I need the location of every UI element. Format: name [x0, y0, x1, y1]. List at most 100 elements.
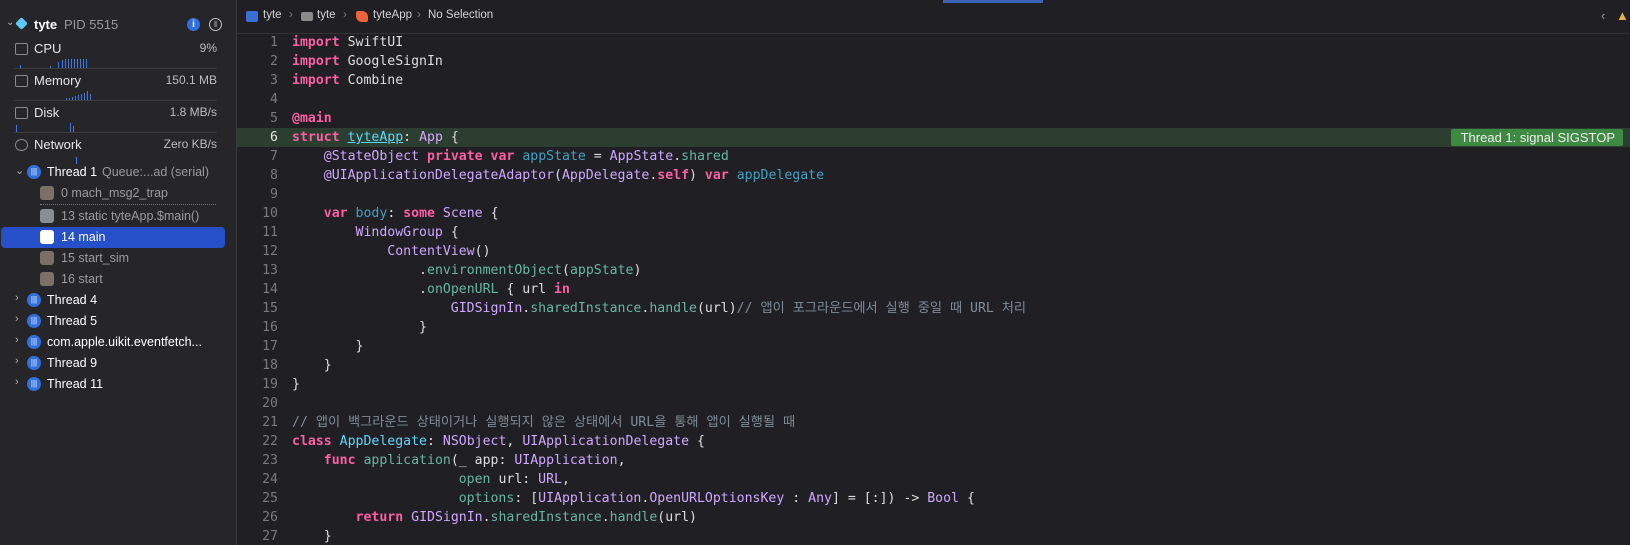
code-token: import — [292, 73, 340, 88]
code-token: ContentView — [387, 244, 475, 259]
code-line: 19} — [237, 375, 1630, 394]
code-token: Combine — [339, 73, 404, 88]
breadcrumb-file[interactable]: tyteApp — [373, 9, 412, 21]
code-token: { — [442, 130, 459, 145]
chevron-left-icon[interactable]: ‹ — [1601, 8, 1605, 23]
code-line: 4 — [237, 90, 1630, 109]
chevron-right-icon[interactable]: › — [15, 313, 19, 325]
info-icon[interactable]: i — [187, 18, 200, 31]
code-token: @UIApplicationDelegateAdaptor — [323, 168, 555, 183]
code-token: Any — [808, 491, 832, 506]
code-line: 16 } — [237, 318, 1630, 337]
source-editor[interactable]: tyte › tyte › tyteApp › No Selection ‹ ▲… — [237, 0, 1630, 545]
code-token: AppState — [609, 149, 674, 164]
code-token: ( — [554, 168, 562, 183]
chevron-right-icon[interactable]: › — [15, 334, 19, 346]
code-line: 20 — [237, 394, 1630, 413]
chevron-down-icon[interactable]: ⌄ — [6, 17, 14, 28]
gauge-value: Zero KB/s — [163, 137, 217, 151]
thread-name: Thread 5 — [47, 314, 98, 328]
thread-row[interactable]: › ||| Thread 9 — [0, 353, 236, 374]
breadcrumb-project[interactable]: tyte — [263, 9, 282, 21]
thread-icon: ||| — [27, 293, 41, 307]
thread-name: Thread 11 — [47, 377, 104, 391]
thread-row[interactable]: ⌄ ||| Thread 1 Queue:...ad (serial) — [0, 162, 236, 183]
code-token: @StateObject — [323, 149, 420, 164]
memory-icon — [15, 75, 28, 87]
code-token: : — [427, 434, 443, 449]
thread-icon: ||| — [27, 356, 41, 370]
chevron-right-icon: › — [417, 9, 421, 21]
gauge-disk[interactable]: Disk 1.8 MB/s — [0, 102, 236, 134]
thread-row[interactable]: › ||| com.apple.uikit.eventfetch... — [0, 332, 236, 353]
stack-frame-row[interactable]: 0 mach_msg2_trap — [0, 183, 236, 204]
code-token: url: — [490, 472, 539, 487]
code-line: 14 .onOpenURL { url in — [237, 280, 1630, 299]
code-token: struct — [292, 130, 340, 145]
line-number: 13 — [262, 263, 278, 278]
chevron-right-icon[interactable]: › — [15, 355, 19, 367]
code-token: } — [323, 358, 332, 373]
swift-file-icon — [356, 11, 368, 22]
thread-name: com.apple.uikit.eventfetch... — [47, 335, 202, 349]
process-pid: PID 5515 — [64, 17, 119, 32]
pause-icon[interactable]: ǁ — [209, 18, 222, 31]
system-frame-icon — [40, 251, 54, 265]
code-line: 25 options: [UIApplication.OpenURLOption… — [237, 489, 1630, 508]
stack-frame-row[interactable]: 13 static tyteApp.$main() — [0, 206, 236, 227]
code-line: 15 GIDSignIn.sharedInstance.handle(url)/… — [237, 299, 1630, 318]
code-token: . — [419, 282, 427, 297]
thread-row[interactable]: › ||| Thread 5 — [0, 311, 236, 332]
code-token: UIApplication — [514, 453, 618, 468]
code-token: } — [292, 377, 300, 392]
code-token: = — [585, 149, 610, 164]
gauge-memory[interactable]: Memory 150.1 MB — [0, 70, 236, 102]
line-number: 7 — [270, 149, 278, 164]
code-token: ( — [561, 263, 570, 278]
divider — [14, 100, 217, 101]
chevron-right-icon[interactable]: › — [15, 376, 19, 388]
code-token: . — [482, 510, 491, 525]
code-token: sharedInstance — [530, 301, 642, 316]
code-token: some — [403, 206, 435, 221]
gauge-label: Memory — [34, 73, 81, 88]
stack-frame-row[interactable]: 15 start_sim — [0, 248, 236, 269]
code-line: 7 @StateObject private var appState = Ap… — [237, 147, 1630, 166]
code-token: appDelegate — [736, 168, 825, 183]
code-token: options — [458, 491, 515, 506]
chevron-right-icon[interactable]: › — [15, 292, 19, 304]
memory-sparkline — [66, 91, 91, 100]
thread-icon: ||| — [27, 165, 41, 179]
code-token: } — [355, 339, 364, 354]
line-number: 6 — [270, 130, 278, 145]
process-row[interactable]: ⌄ tyte PID 5515 i ǁ — [0, 14, 236, 36]
code-token: open — [458, 472, 491, 487]
breadcrumb-folder[interactable]: tyte — [317, 9, 336, 21]
stack-frame-row-selected[interactable]: 14 main — [0, 227, 236, 248]
thread-icon: ||| — [27, 335, 41, 349]
thread-row[interactable]: › ||| Thread 4 — [0, 290, 236, 311]
line-number: 11 — [262, 225, 278, 240]
code-token: self — [657, 168, 690, 183]
thread-row[interactable]: › ||| Thread 11 — [0, 374, 236, 395]
line-number: 1 — [270, 35, 278, 50]
code-token: ) — [633, 263, 642, 278]
code-token: class — [292, 434, 332, 449]
code-line: 23 func application(_ app: UIApplication… — [237, 451, 1630, 470]
code-line: 3 import Combine — [237, 71, 1630, 90]
warning-icon[interactable]: ▲ — [1616, 8, 1629, 23]
code-token: (url) — [657, 510, 697, 525]
line-number: 14 — [262, 282, 278, 297]
stack-frame-row[interactable]: 16 start — [0, 269, 236, 290]
thread-signal-banner[interactable]: Thread 1: signal SIGSTOP — [1450, 129, 1623, 146]
code-token: NSObject — [442, 434, 507, 449]
code-token: appState — [522, 149, 586, 164]
code-token: UIApplicationDelegate — [522, 434, 690, 449]
folder-icon — [301, 12, 313, 21]
breadcrumb-selection[interactable]: No Selection — [428, 9, 493, 21]
gauge-cpu[interactable]: CPU 9% — [0, 38, 236, 70]
code-area[interactable]: 1 import SwiftUI 2 import GoogleSignIn 3 im… — [237, 33, 1630, 545]
code-token: (url) — [696, 301, 737, 316]
chevron-down-icon[interactable]: ⌄ — [15, 164, 24, 177]
